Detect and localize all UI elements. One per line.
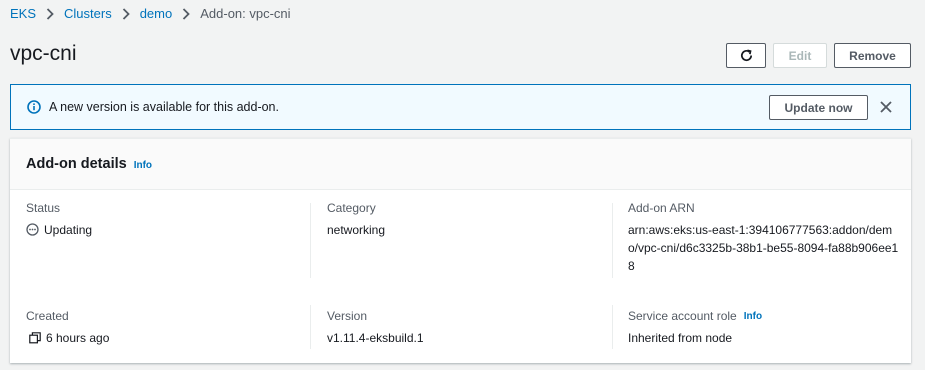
update-available-banner: A new version is available for this add-…: [10, 84, 911, 130]
divider: [310, 203, 311, 278]
divider: [310, 305, 311, 349]
service-account-label: Service account role Info: [628, 309, 912, 323]
panel-title: Add-on details: [26, 156, 127, 172]
update-now-button[interactable]: Update now: [769, 95, 868, 120]
category-value: networking: [327, 223, 386, 237]
divider: [612, 203, 613, 278]
created-label: Created: [26, 309, 69, 323]
addon-details-panel: Add-on details Info Status Updating Cate…: [10, 138, 911, 363]
service-account-label-text: Service account role: [628, 309, 737, 323]
banner-message: A new version is available for this add-…: [49, 100, 279, 114]
version-value: v1.11.4-eksbuild.1: [327, 331, 424, 345]
category-label: Category: [327, 201, 376, 215]
service-account-field: Service account role Info Inherited from…: [628, 309, 912, 347]
status-field: Status Updating: [26, 201, 310, 239]
info-icon: [27, 100, 41, 114]
version-label: Version: [327, 309, 368, 323]
remove-button[interactable]: Remove: [834, 43, 911, 68]
arn-value: arn:aws:eks:us-east-1:394106777563:addon…: [628, 223, 899, 273]
breadcrumb-eks[interactable]: EKS: [10, 6, 36, 21]
close-icon[interactable]: [880, 101, 892, 113]
breadcrumb-current: Add-on: vpc-cni: [200, 6, 291, 21]
arn-field: Add-on ARN arn:aws:eks:us-east-1:3941067…: [628, 201, 912, 275]
status-text: Updating: [44, 223, 93, 237]
copy-icon[interactable]: [29, 332, 41, 344]
status-label: Status: [26, 201, 61, 215]
service-account-info-link[interactable]: Info: [744, 311, 762, 322]
version-field: Version v1.11.4-eksbuild.1: [327, 309, 611, 347]
status-value: Updating: [26, 221, 310, 239]
chevron-right-icon: [122, 7, 130, 20]
edit-button[interactable]: Edit: [773, 43, 827, 68]
refresh-icon: [739, 48, 754, 63]
header-actions: Edit Remove: [726, 43, 911, 68]
service-account-value: Inherited from node: [628, 331, 733, 345]
panel-header: Add-on details Info: [10, 139, 911, 190]
divider: [612, 305, 613, 349]
info-link[interactable]: Info: [134, 160, 152, 171]
arn-label: Add-on ARN: [628, 201, 695, 215]
page-title: vpc-cni: [10, 42, 77, 65]
created-value: 6 hours ago: [26, 329, 310, 347]
refresh-button[interactable]: [726, 43, 766, 68]
breadcrumb-demo[interactable]: demo: [140, 6, 173, 21]
breadcrumb: EKS Clusters demo Add-on: vpc-cni: [10, 6, 291, 21]
in-progress-icon: [26, 223, 39, 236]
created-field: Created 6 hours ago: [26, 309, 310, 347]
chevron-right-icon: [46, 7, 54, 20]
created-text: 6 hours ago: [46, 331, 110, 345]
category-field: Category networking: [327, 201, 611, 239]
chevron-right-icon: [182, 7, 191, 20]
breadcrumb-clusters[interactable]: Clusters: [64, 6, 112, 21]
